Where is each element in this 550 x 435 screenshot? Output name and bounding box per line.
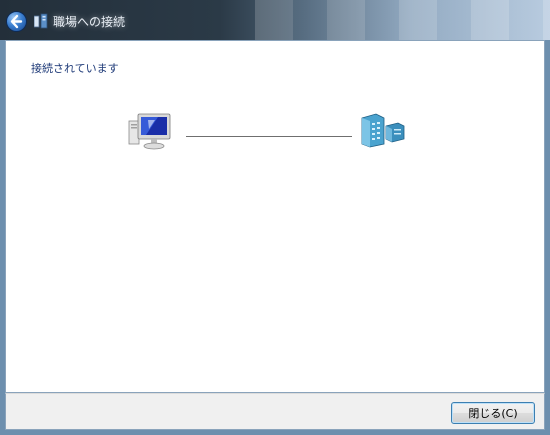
back-arrow-icon — [10, 14, 23, 29]
network-connection-icon — [34, 13, 48, 29]
content-area — [5, 40, 545, 393]
window-title: 職場への接続 — [53, 15, 126, 29]
close-button[interactable]: 閉じる(C) — [451, 402, 535, 424]
connection-status-text: 接続されています — [31, 62, 119, 75]
connection-line — [186, 136, 352, 137]
server-icon — [361, 113, 405, 148]
computer-icon — [128, 113, 171, 150]
back-button[interactable] — [6, 11, 27, 32]
